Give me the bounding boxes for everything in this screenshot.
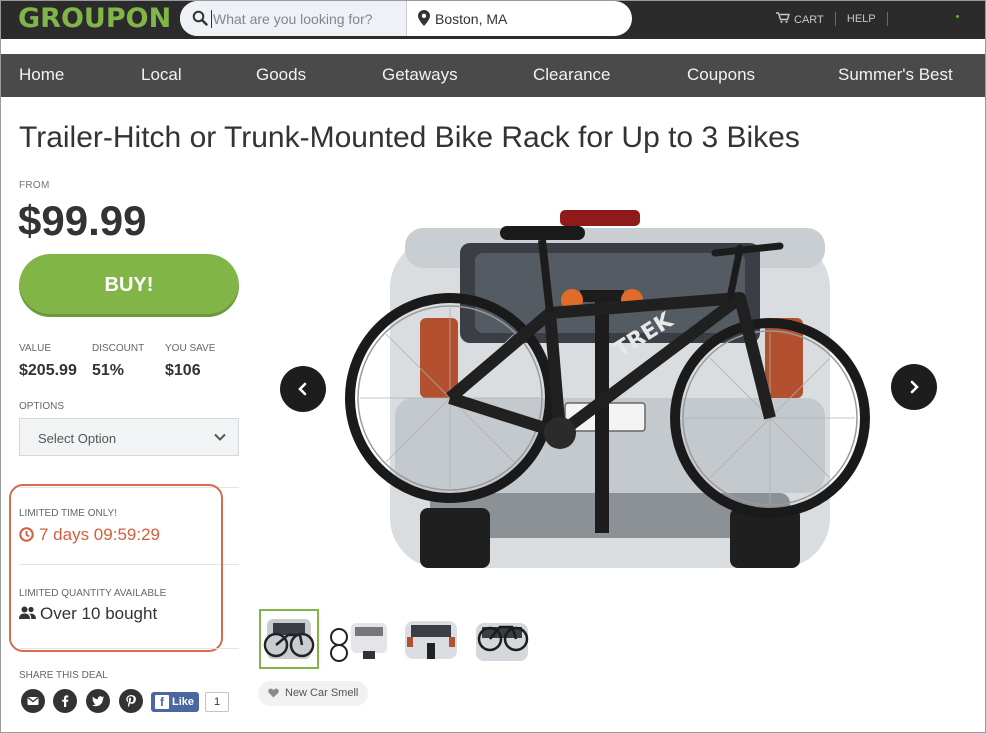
cart-label: CART [794, 13, 824, 26]
like-label: Like [172, 696, 195, 708]
share-label: SHARE THIS DEAL [19, 670, 108, 681]
discount-amount: 51% [92, 362, 125, 379]
search-input[interactable]: What are you looking for? [180, 1, 407, 36]
nav-item-home[interactable]: Home [19, 65, 64, 85]
arrow-left-icon [298, 382, 307, 396]
search-icon [192, 10, 208, 26]
pinterest-share-button[interactable] [119, 689, 143, 713]
location-pin-icon [418, 10, 430, 26]
deal-price: $99.99 [18, 197, 147, 244]
facebook-icon: f [155, 695, 169, 709]
facebook-like-button[interactable]: f Like [151, 692, 199, 712]
thumbnail-image [476, 623, 529, 661]
gallery-thumbnail[interactable] [329, 609, 389, 669]
divider [834, 12, 836, 26]
twitter-share-button[interactable] [86, 689, 110, 713]
thumbnail-image [405, 621, 457, 659]
discount-label: DISCOUNT [92, 343, 145, 354]
deal-title: Trailer-Hitch or Trunk-Mounted Bike Rack… [19, 121, 800, 154]
product-image: TREK [345, 210, 870, 568]
option-select-value: Select Option [38, 431, 117, 446]
tag-label: New Car Smell [285, 687, 359, 699]
gallery-thumbnail[interactable] [259, 609, 319, 669]
highlight-annotation [9, 484, 223, 652]
twitter-icon [92, 696, 104, 707]
account-menu[interactable] [870, 10, 966, 26]
cart-link[interactable]: CART [776, 12, 824, 26]
arrow-right-icon [910, 380, 919, 394]
divider [19, 648, 239, 649]
status-dot [956, 15, 959, 18]
value-label: VALUE [19, 343, 52, 354]
chevron-down-icon [214, 433, 226, 441]
facebook-share-button[interactable] [53, 689, 77, 713]
nav-item-goods[interactable]: Goods [256, 65, 306, 85]
tag-chip[interactable]: New Car Smell [258, 681, 368, 706]
groupon-logo[interactable]: GROUPON [18, 4, 171, 34]
next-image-button[interactable] [891, 364, 937, 410]
nav-item-coupons[interactable]: Coupons [687, 65, 755, 85]
pinterest-icon [126, 695, 136, 708]
search-placeholder: What are you looking for? [211, 10, 373, 28]
nav-item-summers-best[interactable]: Summer's Best [838, 65, 953, 85]
nav-item-getaways[interactable]: Getaways [382, 65, 458, 85]
thumbnail-image [330, 623, 387, 662]
like-count: 1 [205, 692, 229, 712]
buy-button[interactable]: BUY! [19, 254, 239, 317]
email-share-button[interactable] [21, 689, 45, 713]
previous-image-button[interactable] [280, 366, 326, 412]
facebook-icon [62, 695, 69, 707]
main-nav: Home Local Goods Getaways Clearance Coup… [0, 54, 986, 97]
heart-icon [268, 688, 279, 698]
you-save-label: YOU SAVE [165, 343, 216, 354]
top-bar: GROUPON What are you looking for? Boston… [0, 0, 986, 39]
nav-item-local[interactable]: Local [141, 65, 182, 85]
nav-item-clearance[interactable]: Clearance [533, 65, 611, 85]
option-select[interactable]: Select Option [19, 418, 239, 456]
options-label: OPTIONS [19, 401, 65, 412]
email-icon [27, 696, 39, 705]
gallery-thumbnail[interactable] [401, 609, 461, 669]
value-amount: $205.99 [19, 362, 77, 379]
gallery-thumbnail[interactable] [472, 609, 532, 669]
cart-icon [776, 12, 790, 24]
from-label: FROM [19, 180, 50, 191]
you-save-amount: $106 [165, 362, 201, 379]
location-input[interactable]: Boston, MA [435, 10, 507, 28]
thumbnail-image [263, 619, 315, 659]
search-bar: What are you looking for? Boston, MA [180, 1, 632, 36]
